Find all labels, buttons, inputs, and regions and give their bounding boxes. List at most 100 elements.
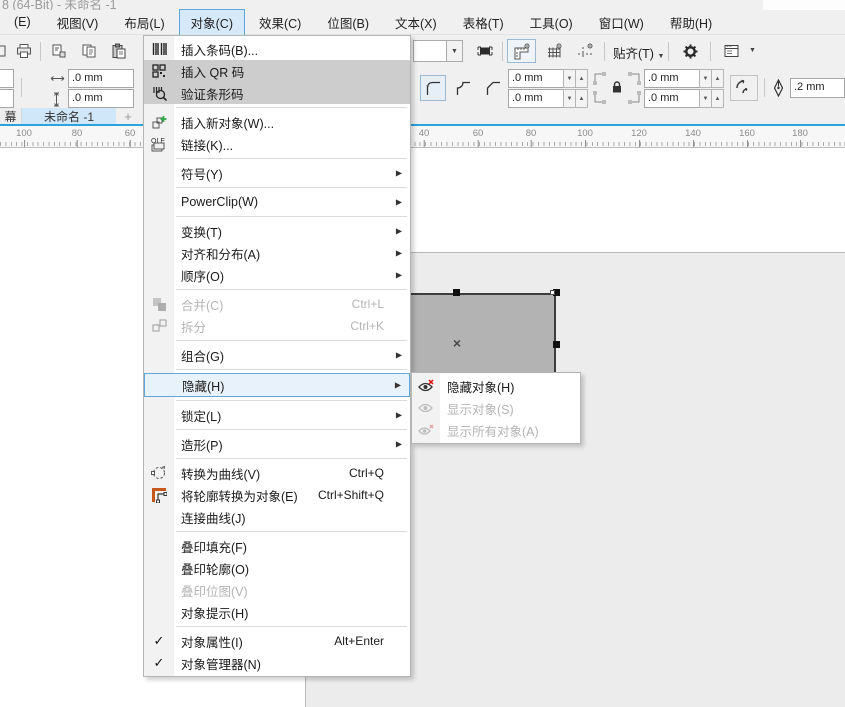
menu-item-join-curves[interactable]: 连接曲线(J) (144, 506, 410, 528)
menu-item-symbol[interactable]: 符号(Y) ▶ (144, 162, 410, 184)
menubar-item-edit-partial[interactable]: (E) (2, 11, 43, 33)
submenu-item-show-all-objects: 显示所有对象(A) (412, 419, 580, 441)
corner-node-icon (627, 71, 642, 105)
menubar-item-window[interactable]: 窗口(W) (587, 9, 656, 36)
show-all-objects-icon (412, 423, 440, 437)
ruler-mark: 40 (419, 128, 430, 139)
insert-new-object-icon (144, 115, 174, 130)
chevron-down-icon[interactable]: ▼ (749, 47, 756, 54)
menu-separator (144, 455, 410, 462)
menu-item-insert-qr-code[interactable]: 插入 QR 码 (144, 60, 410, 82)
spinner-up-icon[interactable]: ▲ (575, 89, 588, 108)
menu-item-insert-new-object[interactable]: 插入新对象(W)... (144, 111, 410, 133)
menu-item-links[interactable]: OLE 链接(K)... (144, 133, 410, 155)
object-menu-popup: 插入条码(B)... 插入 QR 码 验证条形码 插入新对象(W)... OLE… (143, 35, 411, 677)
menu-item-validate-barcode[interactable]: 验证条形码 (144, 82, 410, 104)
outline-width-field[interactable]: .2 mm (790, 78, 845, 98)
menubar-item-text[interactable]: 文本(X) (383, 9, 449, 36)
menu-item-hide[interactable]: 隐藏(H) ▶ (144, 373, 410, 397)
submenu-arrow-icon: ▶ (395, 381, 401, 390)
menu-item-order[interactable]: 顺序(O) ▶ (144, 264, 410, 286)
clipped-toolbar-icon[interactable] (0, 39, 6, 63)
object-height-field[interactable]: .0 mm (68, 89, 134, 108)
round-corner-button[interactable] (420, 75, 446, 101)
object-position-y-field[interactable]: m (0, 89, 14, 108)
full-screen-preview-icon[interactable] (471, 39, 499, 63)
submenu-arrow-icon: ▶ (396, 271, 402, 280)
ruler-mark: 60 (473, 128, 484, 139)
submenu-arrow-icon: ▶ (396, 440, 402, 449)
chevron-down-icon: ▼ (657, 53, 664, 60)
menubar-item-effects[interactable]: 效果(C) (247, 9, 313, 36)
menubar-item-tools[interactable]: 工具(O) (518, 9, 585, 36)
zoom-level-value (414, 41, 446, 61)
paste-icon[interactable] (106, 39, 132, 63)
menu-item-convert-to-curves[interactable]: 转换为曲线(V) Ctrl+Q (144, 462, 410, 484)
object-width-field[interactable]: .0 mm (68, 69, 134, 88)
zoom-level-combo[interactable]: ▼ (413, 40, 463, 62)
menubar-item-table[interactable]: 表格(T) (451, 9, 516, 36)
window-layout-icon[interactable] (718, 39, 744, 63)
menu-separator (144, 528, 410, 535)
add-page-button[interactable]: + (116, 108, 140, 124)
menu-item-lock[interactable]: 锁定(L) ▶ (144, 404, 410, 426)
show-grid-icon[interactable] (539, 39, 568, 63)
menu-item-group[interactable]: 组合(G) ▶ (144, 344, 410, 366)
duplicate-icon[interactable] (76, 39, 102, 63)
lock-icon[interactable] (611, 80, 623, 94)
corner-radius-top-field[interactable]: .0 mm (508, 69, 564, 88)
spinner-up-icon[interactable]: ▲ (711, 69, 724, 88)
menubar-item-help[interactable]: 帮助(H) (658, 9, 724, 36)
menubar-item-bitmaps[interactable]: 位图(B) (315, 9, 381, 36)
menubar-item-layout[interactable]: 布局(L) (112, 9, 176, 36)
menu-item-object-hinting[interactable]: 对象提示(H) (144, 601, 410, 623)
object-position-x-field[interactable]: m (0, 69, 14, 88)
submenu-arrow-icon: ▶ (396, 249, 402, 258)
ruler-mark: 100 (577, 128, 593, 139)
submenu-arrow-icon: ▶ (396, 198, 402, 207)
title-bar-controls-area (763, 0, 845, 10)
selection-handle-right-middle[interactable] (553, 341, 560, 348)
menubar-item-view[interactable]: 视图(V) (45, 9, 111, 36)
tab-welcome-screen-partial[interactable]: 幕 (0, 108, 22, 124)
menu-item-object-manager[interactable]: ✓ 对象管理器(N) (144, 652, 410, 674)
corner-radius-top-right-field[interactable]: .0 mm (644, 69, 700, 88)
menu-separator (144, 286, 410, 293)
tab-untitled-document[interactable]: 未命名 -1 (22, 108, 116, 124)
break-apart-icon (144, 319, 174, 334)
relative-corner-scaling-icon[interactable] (730, 75, 758, 101)
print-icon[interactable] (12, 39, 36, 63)
menu-item-transformations[interactable]: 变换(T) ▶ (144, 220, 410, 242)
ruler-mark: 80 (72, 128, 83, 139)
menubar-item-object[interactable]: 对象(C) (179, 9, 245, 36)
barcode-icon (144, 42, 174, 56)
menu-item-insert-barcode[interactable]: 插入条码(B)... (144, 38, 410, 60)
snap-to-dropdown[interactable]: 贴齐(T) ▼ (613, 43, 664, 62)
chamfered-corner-button[interactable] (480, 75, 506, 101)
scalloped-corner-button[interactable] (450, 75, 476, 101)
object-center-marker[interactable]: × (450, 336, 464, 350)
copy-properties-icon[interactable] (46, 39, 72, 63)
menu-item-object-properties[interactable]: ✓ 对象属性(I) Alt+Enter (144, 630, 410, 652)
show-object-icon (412, 401, 440, 415)
spinner-up-icon[interactable]: ▲ (575, 69, 588, 88)
submenu-item-hide-object[interactable]: 隐藏对象(H) (412, 375, 580, 397)
menu-item-shaping[interactable]: 造形(P) ▶ (144, 433, 410, 455)
selection-handle-top-left[interactable] (453, 289, 460, 296)
chevron-down-icon[interactable]: ▼ (446, 41, 462, 61)
menu-item-powerclip[interactable]: PowerClip(W) ▶ (144, 191, 410, 213)
corner-radius-bottom-field[interactable]: .0 mm (508, 89, 564, 108)
show-rulers-icon[interactable] (507, 39, 536, 63)
options-gear-icon[interactable] (676, 39, 704, 63)
horizontal-ruler[interactable]: 100 80 60 40 60 80 100 120 140 160 180 (0, 126, 845, 148)
menu-item-convert-outline-to-object[interactable]: 将轮廓转换为对象(E) Ctrl+Shift+Q (144, 484, 410, 506)
show-guidelines-icon[interactable] (570, 39, 599, 63)
menu-item-overprint-fill[interactable]: 叠印填充(F) (144, 535, 410, 557)
corner-node-marker[interactable] (550, 290, 555, 295)
spinner-up-icon[interactable]: ▲ (711, 89, 724, 108)
menu-separator (144, 366, 410, 373)
corner-radius-bottom-right-field[interactable]: .0 mm (644, 89, 700, 108)
menu-item-overprint-outline[interactable]: 叠印轮廓(O) (144, 557, 410, 579)
submenu-arrow-icon: ▶ (396, 351, 402, 360)
menu-item-align-distribute[interactable]: 对齐和分布(A) ▶ (144, 242, 410, 264)
